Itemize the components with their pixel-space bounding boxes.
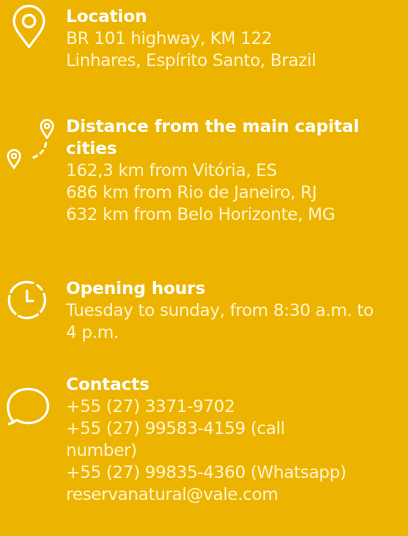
contact-call-line[interactable]: +55 (27) 99583-4159 (call number) (66, 418, 336, 462)
contact-whatsapp-line[interactable]: +55 (27) 99835-4360 (Whatsapp) (66, 462, 404, 484)
location-address-line: BR 101 highway, KM 122 (66, 29, 273, 49)
hours-title: Opening hours (66, 279, 206, 299)
distance-vitoria-line: 162,3 km from Vitória, ES (66, 161, 277, 181)
location-city-line: Linhares, Espírito Santo, Brazil (66, 51, 316, 71)
contacts-title: Contacts (66, 375, 150, 395)
location-title: Location (66, 7, 147, 27)
location-pin-icon (10, 4, 48, 54)
clock-icon (5, 278, 49, 326)
contact-email-link[interactable]: reservanatural@vale.com (66, 484, 404, 506)
distance-title: Distance from the main capital cities (66, 117, 360, 159)
distance-rio-line: 686 km from Rio de Janeiro, RJ (66, 183, 317, 203)
contact-phone-line[interactable]: +55 (27) 3371-9702 (66, 396, 404, 418)
distance-bh-line: 632 km from Belo Horizonte, MG (66, 205, 336, 225)
route-icon (4, 116, 56, 176)
chat-bubble-icon (4, 384, 52, 434)
hours-text: Tuesday to sunday, from 8:30 a.m. to 4 p… (66, 301, 374, 343)
